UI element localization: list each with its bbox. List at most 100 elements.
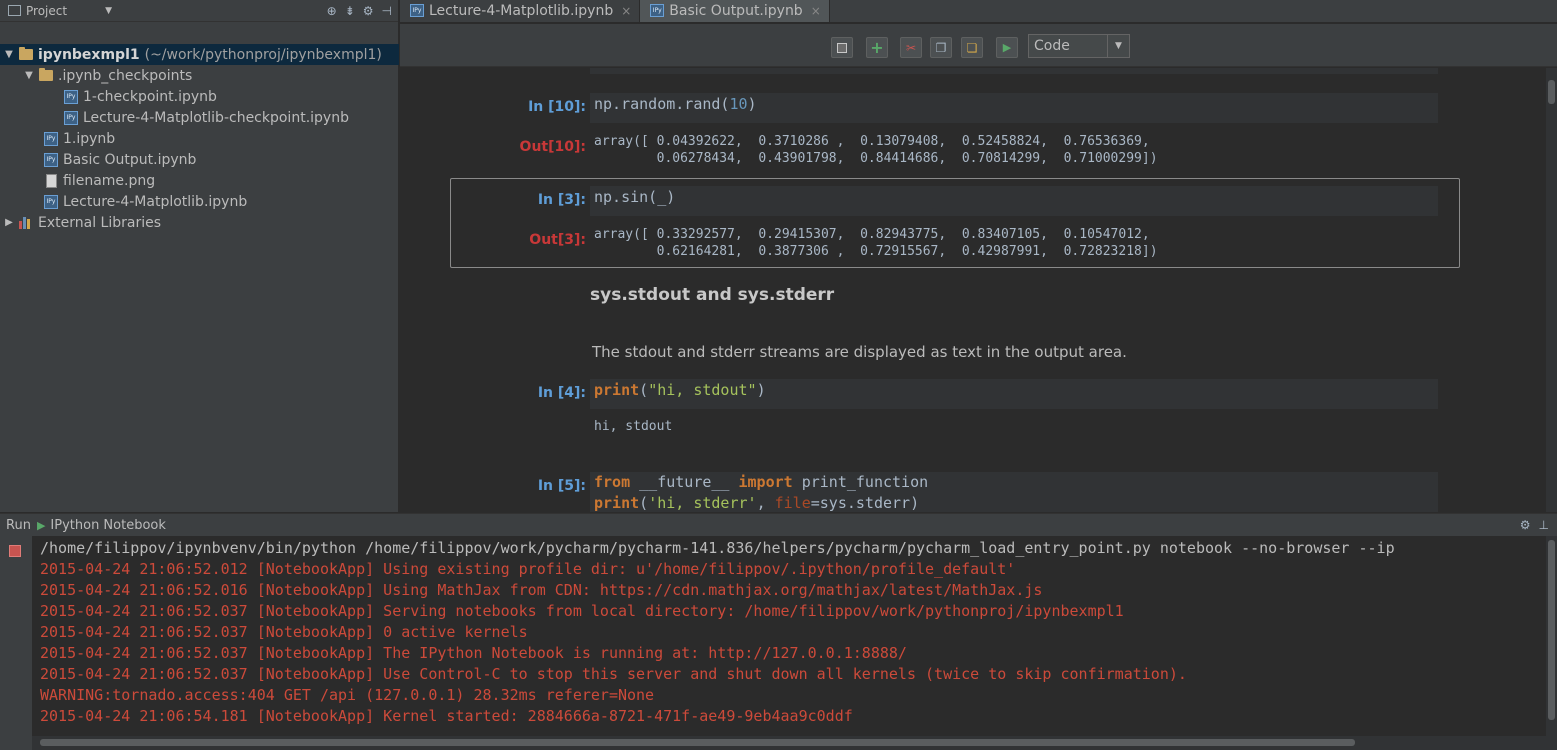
cell-output: array([ 0.04392622, 0.3710286 , 0.130794…	[594, 134, 1158, 166]
console-line: WARNING:tornado.access:404 GET /api (127…	[40, 686, 655, 704]
folder-icon	[19, 47, 33, 60]
tree-item-label: External Libraries	[38, 214, 161, 231]
locate-icon[interactable]: ⊕	[327, 4, 337, 18]
notebook-editor[interactable]: In [10]: np.random.rand(10) Out[10]: arr…	[400, 68, 1546, 512]
notebook-file-icon: IPy	[44, 152, 58, 167]
close-icon[interactable]: ×	[621, 4, 631, 18]
code-text: from __future__ import print_function	[594, 473, 929, 491]
notebook-file-icon: IPy	[410, 4, 424, 17]
console-line: 2015-04-24 21:06:52.037 [NotebookApp] Th…	[40, 644, 907, 662]
console-line: 2015-04-24 21:06:52.037 [NotebookApp] Se…	[40, 602, 1124, 620]
chevron-down-icon[interactable]: ▼	[1107, 35, 1129, 57]
folder-icon	[39, 68, 53, 81]
expand-arrow-icon[interactable]: ▼	[23, 70, 35, 81]
tree-item-label: 1-checkpoint.ipynb	[83, 88, 217, 105]
expand-arrow-icon[interactable]: ▼	[3, 49, 15, 60]
tree-item-lecture-4-checkpoint[interactable]: IPy Lecture-4-Matplotlib-checkpoint.ipyn…	[0, 107, 399, 128]
copy-button[interactable]: ❐	[930, 37, 952, 58]
scrollbar-thumb[interactable]	[1548, 80, 1555, 104]
code-line: print('hi, stderr', file=sys.stderr)	[594, 494, 919, 512]
editor-tab-bar: IPy Lecture-4-Matplotlib.ipynb × IPy Bas…	[400, 0, 1557, 23]
add-cell-button[interactable]: +	[866, 37, 888, 58]
scrollbar-thumb[interactable]	[1548, 540, 1555, 720]
tree-item-1-ipynb[interactable]: IPy 1.ipynb	[0, 128, 399, 149]
tree-item-ipynbexmpl1[interactable]: ▼ ipynbexmpl1 (~/work/pythonproj/ipynbex…	[0, 44, 399, 65]
run-toolbar	[0, 536, 32, 750]
copy-icon: ❐	[935, 40, 947, 55]
image-file-icon	[46, 173, 57, 188]
paste-button[interactable]: ❏	[961, 37, 983, 58]
libraries-icon	[19, 216, 33, 229]
tree-item-basic-output[interactable]: IPy Basic Output.ipynb	[0, 149, 399, 170]
code-text: print("hi, stdout")	[594, 381, 766, 399]
code-text: print('hi, stderr', file=sys.stderr)	[594, 494, 920, 512]
tree-item-path: (~/work/pythonproj/ipynbexmpl1)	[144, 46, 382, 63]
project-panel-header[interactable]: Project ▼ ⊕ ⇟ ⚙ ⊣	[0, 0, 398, 22]
cell-in-prompt: In [5]:	[537, 478, 586, 494]
notebook-toolbar: + ✂ ❐ ❏ ▶ Code ▼	[400, 24, 1557, 67]
run-panel-title: Run	[6, 517, 31, 533]
cell-output: array([ 0.33292577, 0.29415307, 0.829437…	[594, 227, 1158, 259]
run-icon: ▶	[1002, 41, 1012, 54]
run-config-icon: ▶	[36, 518, 46, 532]
add-cell-icon: +	[870, 38, 884, 57]
run-config-name[interactable]: IPython Notebook	[50, 518, 166, 533]
cell-type-value: Code	[1034, 38, 1070, 54]
notebook-file-icon: IPy	[44, 194, 58, 209]
hide-panel-icon[interactable]: ⊣	[382, 4, 392, 18]
tab-lecture-4-matplotlib[interactable]: IPy Lecture-4-Matplotlib.ipynb ×	[400, 0, 641, 22]
notebook-scrollbar[interactable]	[1546, 68, 1557, 512]
tree-item-lecture-4-matplotlib[interactable]: IPy Lecture-4-Matplotlib.ipynb	[0, 191, 399, 212]
run-console-output[interactable]: /home/filippov/ipynbvenv/bin/python /hom…	[32, 536, 1546, 736]
cut-icon: ✂	[905, 40, 917, 55]
project-view-icon	[8, 5, 21, 16]
notebook-file-icon: IPy	[64, 110, 78, 125]
code-line: np.sin(_)	[594, 188, 675, 206]
code-text: np.sin(_)	[594, 188, 676, 206]
code-cell-input[interactable]	[590, 186, 1438, 216]
run-cell-button[interactable]: ▶	[996, 37, 1018, 58]
tree-item-external-libraries[interactable]: ▶ External Libraries	[0, 212, 399, 233]
tree-item-1-checkpoint[interactable]: IPy 1-checkpoint.ipynb	[0, 86, 399, 107]
tree-item-label: .ipynb_checkpoints	[58, 67, 193, 84]
console-line: /home/filippov/ipynbvenv/bin/python /hom…	[40, 539, 1395, 557]
console-line: 2015-04-24 21:06:52.037 [NotebookApp] 0 …	[40, 623, 528, 641]
gear-icon[interactable]: ⚙	[363, 4, 374, 18]
console-line: 2015-04-24 21:06:52.016 [NotebookApp] Us…	[40, 581, 1043, 599]
tab-label: Basic Output.ipynb	[669, 2, 803, 19]
cell-output: hi, stdout	[594, 419, 673, 434]
tree-item-ipynb-checkpoints[interactable]: ▼ .ipynb_checkpoints	[0, 65, 399, 86]
tree-item-label: Basic Output.ipynb	[63, 151, 197, 168]
tree-item-filename-png[interactable]: filename.png	[0, 170, 399, 191]
stop-icon[interactable]	[9, 545, 21, 557]
tab-label: Lecture-4-Matplotlib.ipynb	[429, 2, 614, 19]
project-panel-title: Project	[26, 3, 68, 18]
console-line: 2015-04-24 21:06:52.037 [NotebookApp] Us…	[40, 665, 1187, 683]
chevron-down-icon[interactable]: ▼	[105, 6, 112, 16]
code-line: np.random.rand(10)	[594, 95, 757, 113]
save-icon	[837, 42, 847, 53]
cell-in-prompt: In [3]:	[537, 192, 586, 208]
cell-out-prompt: Out[10]:	[519, 139, 586, 155]
tab-basic-output[interactable]: IPy Basic Output.ipynb ×	[640, 0, 830, 22]
cell-out-prompt: Out[3]:	[529, 232, 586, 248]
console-horizontal-scrollbar[interactable]	[32, 736, 1557, 750]
console-line: 2015-04-24 21:06:52.012 [NotebookApp] Us…	[40, 560, 1016, 578]
cut-button[interactable]: ✂	[900, 37, 922, 58]
collapse-all-icon[interactable]: ⇟	[345, 4, 355, 18]
run-panel-header: Run ▶ IPython Notebook ⚙ ⊥	[0, 513, 1557, 536]
markdown-paragraph: The stdout and stderr streams are displa…	[592, 343, 1127, 361]
gear-icon[interactable]: ⚙	[1520, 518, 1531, 532]
close-icon[interactable]: ×	[811, 4, 821, 18]
console-vertical-scrollbar[interactable]	[1546, 536, 1557, 736]
hide-panel-icon[interactable]: ⊥	[1539, 518, 1549, 532]
collapse-arrow-icon[interactable]: ▶	[3, 217, 15, 228]
tree-item-label: filename.png	[63, 172, 156, 189]
notebook-file-icon: IPy	[650, 4, 665, 17]
save-button[interactable]	[831, 37, 853, 58]
notebook-file-icon: IPy	[44, 131, 58, 146]
project-panel: Project ▼ ⊕ ⇟ ⚙ ⊣ ▼ ipynbexmpl1 (~/work/…	[0, 0, 399, 512]
scrollbar-thumb[interactable]	[40, 739, 1355, 746]
cell-type-select[interactable]: Code ▼	[1028, 34, 1130, 58]
tree-item-label: Lecture-4-Matplotlib-checkpoint.ipynb	[83, 109, 349, 126]
